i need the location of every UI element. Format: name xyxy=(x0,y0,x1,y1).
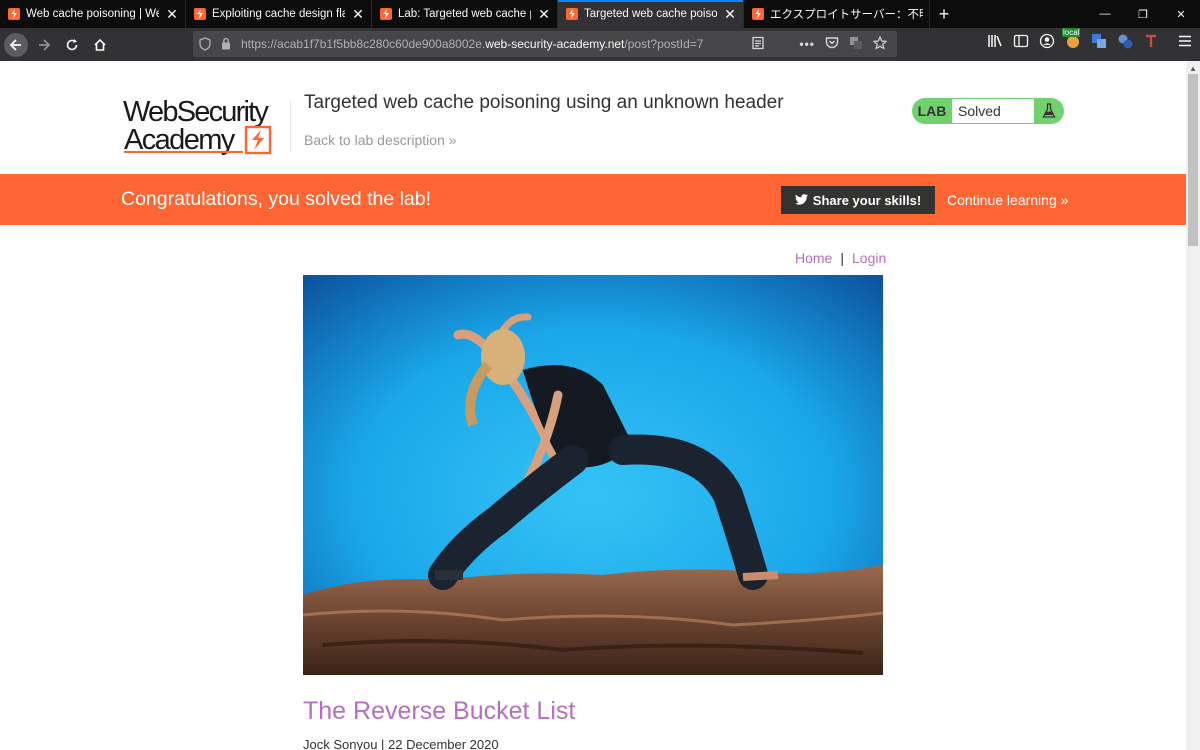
web-security-academy-logo[interactable]: WebSecurity Academy xyxy=(123,94,293,161)
burp-favicon-icon xyxy=(752,8,764,20)
menu-hamburger-icon[interactable] xyxy=(1176,32,1194,50)
chevron-right-icon: » xyxy=(1060,192,1069,208)
pocket-icon[interactable] xyxy=(825,36,839,52)
lab-title: Targeted web cache poisoning using an un… xyxy=(304,92,784,113)
tab-title: Targeted web cache poisoning xyxy=(584,8,717,20)
nav-separator: | xyxy=(840,250,844,266)
share-skills-button[interactable]: Share your skills! xyxy=(781,186,935,214)
new-tab-icon[interactable]: + xyxy=(930,0,958,28)
url-prefix: https://acab1f7b1f5bb8c280c60de900a8002e… xyxy=(241,37,486,51)
reload-icon[interactable] xyxy=(60,33,84,57)
tab-title: Exploiting cache design flaws | xyxy=(212,8,345,20)
browser-toolbar: https://acab1f7b1f5bb8c280c60de900a8002e… xyxy=(0,28,1200,61)
continue-learning-label: Continue learning xyxy=(947,192,1057,208)
post-image-yoga xyxy=(303,275,883,675)
page-viewport: WebSecurity Academy Targeted web cache p… xyxy=(0,61,1186,750)
close-tab-icon[interactable]: ✕ xyxy=(723,6,737,23)
twitter-icon xyxy=(794,193,808,208)
tab-title: Lab: Targeted web cache poiso xyxy=(398,8,531,20)
forward-arrow-icon[interactable] xyxy=(32,33,56,57)
header-divider xyxy=(290,101,291,151)
extension-local-icon[interactable]: local xyxy=(1062,28,1082,50)
site-nav: Home | Login xyxy=(795,250,886,266)
home-icon[interactable] xyxy=(88,33,112,57)
library-icon[interactable] xyxy=(986,32,1004,50)
close-tab-icon[interactable]: ✕ xyxy=(351,6,365,23)
close-tab-icon[interactable]: ✕ xyxy=(165,6,179,23)
back-arrow-icon[interactable] xyxy=(4,32,28,57)
burp-favicon-icon xyxy=(194,8,206,20)
browser-tab[interactable]: エクスプロイトサーバー：不明なヘッ xyxy=(744,0,930,28)
url-path: /post?postId=7 xyxy=(624,37,704,51)
share-skills-label: Share your skills! xyxy=(812,192,922,208)
lab-status-text: Solved xyxy=(952,99,1034,123)
lock-icon[interactable] xyxy=(221,37,231,53)
post-author-date: Jock Sonyou | 22 December 2020 xyxy=(303,737,499,750)
bookmark-star-icon[interactable] xyxy=(872,35,888,53)
login-link[interactable]: Login xyxy=(852,250,886,266)
shield-icon[interactable] xyxy=(199,37,211,54)
burp-favicon-icon xyxy=(380,8,392,20)
tab-title: Web cache poisoning | Web Se xyxy=(26,8,159,20)
post-title: The Reverse Bucket List xyxy=(303,697,576,725)
browser-tab-strip: Web cache poisoning | Web Se ✕ Exploitin… xyxy=(0,0,1200,28)
solved-message: Congratulations, you solved the lab! xyxy=(121,188,432,210)
close-tab-icon[interactable]: ✕ xyxy=(537,6,551,23)
browser-tab-active[interactable]: Targeted web cache poisoning ✕ xyxy=(558,0,744,28)
continue-learning-link[interactable]: Continue learning » xyxy=(947,192,1068,208)
language-extension-icon[interactable] xyxy=(1116,32,1134,50)
flask-icon xyxy=(1034,103,1064,119)
page-actions-icon[interactable]: ••• xyxy=(799,37,815,51)
back-to-lab-description-link[interactable]: Back to lab description » xyxy=(304,132,457,148)
burp-favicon-icon xyxy=(566,8,578,20)
translate-icon[interactable] xyxy=(849,36,863,53)
url-domain: web-security-academy.net xyxy=(485,37,625,51)
close-window-icon[interactable]: ✕ xyxy=(1162,8,1200,21)
page-scrollbar[interactable]: ▲ xyxy=(1186,61,1200,750)
url-text[interactable]: https://acab1f7b1f5bb8c280c60de900a8002e… xyxy=(241,37,703,51)
minimize-icon[interactable]: — xyxy=(1086,8,1124,20)
chevron-right-icon: » xyxy=(448,132,457,148)
translator-extension-icon[interactable] xyxy=(1090,32,1108,50)
window-controls: — ❐ ✕ xyxy=(1086,0,1200,28)
scroll-up-arrow-icon[interactable]: ▲ xyxy=(1189,64,1197,73)
home-link[interactable]: Home xyxy=(795,250,832,266)
browser-tab[interactable]: Lab: Targeted web cache poiso ✕ xyxy=(372,0,558,28)
sidebar-icon[interactable] xyxy=(1012,32,1030,50)
lab-status-widget: LAB Solved xyxy=(912,98,1064,124)
browser-tab[interactable]: Web cache poisoning | Web Se ✕ xyxy=(0,0,186,28)
congratulations-banner: Congratulations, you solved the lab! Sha… xyxy=(0,174,1186,225)
restore-icon[interactable]: ❐ xyxy=(1124,8,1162,21)
extension-badge: local xyxy=(1062,28,1081,37)
address-bar-actions: ••• xyxy=(751,35,897,53)
browser-tab[interactable]: Exploiting cache design flaws | ✕ xyxy=(186,0,372,28)
address-bar[interactable]: https://acab1f7b1f5bb8c280c60de900a8002e… xyxy=(193,31,897,57)
account-icon[interactable] xyxy=(1038,32,1056,50)
reader-view-icon[interactable] xyxy=(751,36,765,53)
back-link-label: Back to lab description xyxy=(304,132,445,148)
scrollbar-thumb[interactable] xyxy=(1188,74,1198,246)
toolbar-right: local xyxy=(986,28,1194,50)
burp-favicon-icon xyxy=(8,8,20,20)
red-t-extension-icon[interactable] xyxy=(1142,32,1160,50)
tab-title: エクスプロイトサーバー：不明なヘッ xyxy=(770,9,923,21)
lab-badge: LAB xyxy=(917,103,947,119)
